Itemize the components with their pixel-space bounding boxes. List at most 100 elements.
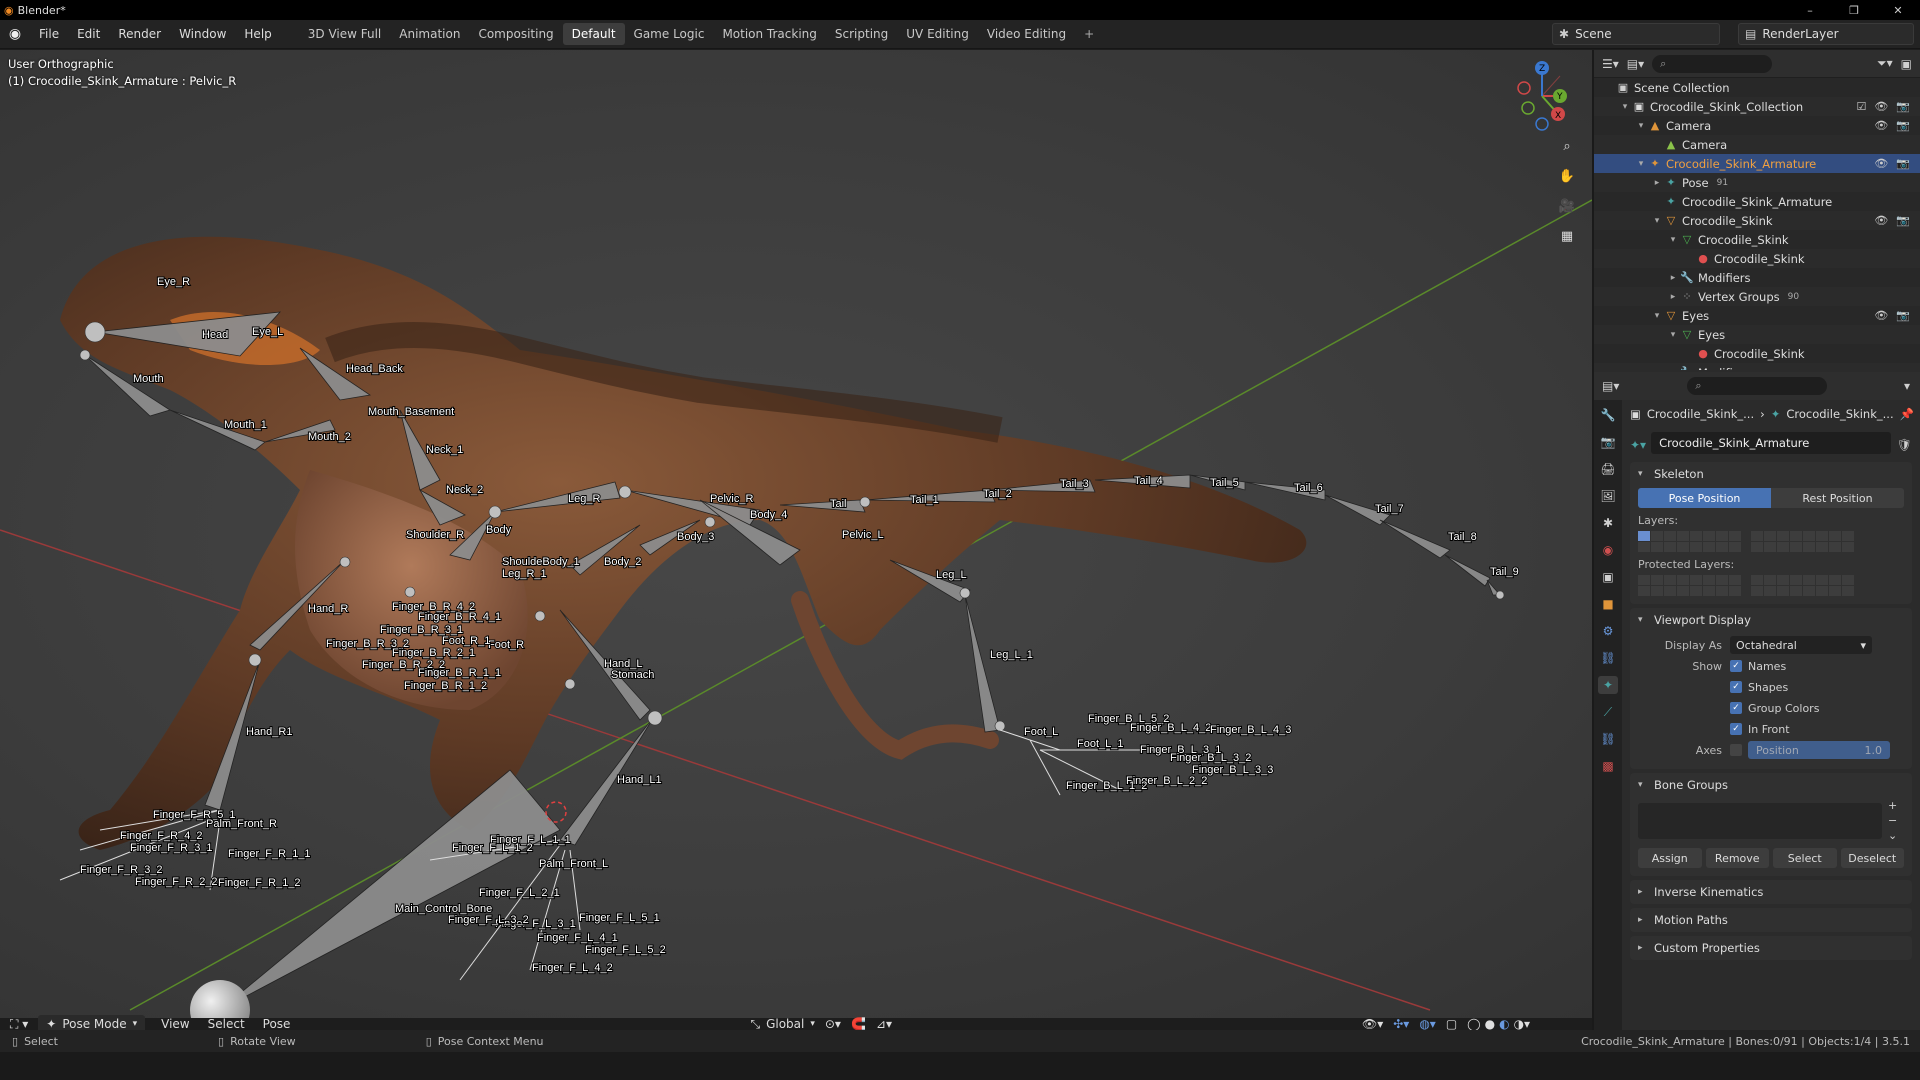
in-front-checkbox[interactable]: ✓ (1730, 723, 1742, 735)
outliner-row[interactable]: ▸ ⁘ Vertex Groups 90 (1594, 287, 1920, 306)
assign-button[interactable]: Assign (1638, 848, 1702, 868)
collection-tab-icon[interactable]: ▣ (1598, 568, 1618, 586)
expand-toggle-icon[interactable]: ▾ (1618, 102, 1632, 112)
render-tab-icon[interactable]: 📷 (1598, 433, 1618, 451)
chevron-down-icon[interactable]: ⌄ (1888, 829, 1897, 842)
outliner-row[interactable]: ▾ ▽ Eyes (1594, 325, 1920, 344)
tab-3d-view-full[interactable]: 3D View Full (299, 23, 391, 45)
blender-menu-icon[interactable]: ◉ (0, 26, 30, 42)
new-collection-icon[interactable]: ▣ (1901, 57, 1912, 71)
texture-tab-icon[interactable]: ▩ (1598, 757, 1618, 775)
expand-toggle-icon[interactable]: ▾ (1634, 121, 1648, 131)
outliner-search-input[interactable]: ⌕ (1652, 54, 1773, 73)
bone-tab-icon[interactable]: ⟋ (1598, 703, 1618, 721)
pose-position-button[interactable]: Pose Position (1638, 488, 1771, 508)
visibility-eye-icon[interactable]: 👁 (1874, 157, 1888, 170)
overlays-icon[interactable]: ◍▾ (1419, 1017, 1436, 1031)
expand-toggle-icon[interactable]: ▾ (1666, 235, 1680, 245)
bone-groups-panel-header[interactable]: ▾ Bone Groups (1630, 773, 1912, 797)
inverse-kinematics-panel[interactable]: ▸ Inverse Kinematics (1630, 880, 1912, 904)
navigation-gizmo[interactable]: X Y Z (1502, 56, 1582, 136)
tab-motion-tracking[interactable]: Motion Tracking (713, 23, 825, 45)
pin-icon[interactable]: 📌 (1900, 407, 1914, 421)
filter-icon[interactable]: ⏷▾ (1877, 56, 1893, 71)
tab-scripting[interactable]: Scripting (826, 23, 897, 45)
visibility-eye-icon[interactable]: 👁 (1874, 119, 1888, 132)
tab-animation[interactable]: Animation (390, 23, 469, 45)
protected-layers-grid[interactable] (1638, 575, 1904, 596)
skeleton-panel-header[interactable]: ▾ Skeleton (1630, 462, 1912, 486)
tool-tab-icon[interactable]: 🔧 (1598, 406, 1618, 424)
tab-video-editing[interactable]: Video Editing (978, 23, 1075, 45)
outliner-row[interactable]: ● Crocodile_Skink (1594, 344, 1920, 363)
outliner-editor-icon[interactable]: ☰▾ (1602, 57, 1619, 71)
render-camera-icon[interactable]: 📷 (1896, 100, 1910, 113)
shading-render-icon[interactable]: ◑▾ (1514, 1017, 1531, 1031)
properties-search-input[interactable]: ⌕ (1687, 377, 1828, 395)
camera-view-icon[interactable]: 🎥 (1554, 194, 1580, 218)
expand-toggle-icon[interactable]: ▸ (1666, 273, 1680, 283)
ortho-grid-icon[interactable]: ▦ (1554, 224, 1580, 248)
viewport-display-panel-header[interactable]: ▾ Viewport Display (1630, 608, 1912, 632)
group-colors-checkbox[interactable]: ✓ (1730, 702, 1742, 714)
properties-editor-icon[interactable]: ▤▾ (1602, 379, 1619, 393)
close-button[interactable]: ✕ (1876, 0, 1920, 20)
outliner-row[interactable]: ▾ ▽ Crocodile_Skink (1594, 230, 1920, 249)
outliner-row[interactable]: ▾ ▣ Crocodile_Skink_Collection ☑ 👁 📷 (1594, 97, 1920, 116)
bone-groups-list[interactable] (1638, 803, 1882, 839)
outliner-row[interactable]: ▾ ▲ Camera 👁 📷 (1594, 116, 1920, 135)
armature-data-icon[interactable]: ✦▾ (1630, 438, 1651, 452)
outliner-row[interactable]: ▸🔧 Modifiers (1594, 363, 1920, 370)
expand-toggle-icon[interactable]: ▸ (1666, 368, 1680, 371)
outliner[interactable]: ☰▾ ▤▾ ⌕ ⏷▾ ▣ ▣ Scene Collection ▾ ▣ Crocodil… (1594, 50, 1920, 370)
tab-default[interactable]: Default (562, 23, 625, 45)
scene-selector[interactable]: ✱ Scene (1552, 23, 1720, 45)
expand-toggle-icon[interactable]: ▾ (1666, 330, 1680, 340)
select-button[interactable]: Select (1773, 848, 1837, 868)
expand-toggle-icon[interactable]: ▾ (1650, 216, 1664, 226)
outliner-row[interactable]: ▸ ✦ Pose 91 (1594, 173, 1920, 192)
remove-icon[interactable]: − (1888, 814, 1897, 827)
axes-position-slider[interactable]: Position 1.0 (1748, 741, 1890, 759)
tab-uv-editing[interactable]: UV Editing (897, 23, 978, 45)
axes-checkbox[interactable] (1730, 744, 1742, 756)
shapes-checkbox[interactable]: ✓ (1730, 681, 1742, 693)
render-camera-icon[interactable]: 📷 (1896, 214, 1910, 227)
menu-file[interactable]: File (30, 27, 68, 41)
expand-toggle-icon[interactable]: ▾ (1650, 311, 1664, 321)
visibility-eye-icon[interactable]: 👁 (1874, 214, 1888, 227)
outliner-row[interactable]: ▲ Camera (1594, 135, 1920, 154)
xray-icon[interactable]: ▢ (1446, 1017, 1457, 1031)
display-as-dropdown[interactable]: Octahedral ▾ (1730, 636, 1872, 654)
bone-constraint-tab-icon[interactable]: ⛓ (1598, 730, 1618, 748)
tab-compositing[interactable]: Compositing (469, 23, 562, 45)
armature-name-field[interactable]: Crocodile_Skink_Armature (1651, 432, 1891, 454)
visibility-eye-icon[interactable]: 👁 (1874, 100, 1888, 113)
shading-solid-icon[interactable]: ● (1485, 1017, 1495, 1031)
menu-select[interactable]: Select (208, 1017, 245, 1031)
menu-view[interactable]: View (161, 1017, 189, 1031)
layers-grid[interactable] (1638, 531, 1904, 552)
deselect-button[interactable]: Deselect (1840, 848, 1904, 868)
pan-hand-icon[interactable]: ✋ (1554, 164, 1580, 188)
outliner-row[interactable]: ▾ ▽ Eyes 👁 📷 (1594, 306, 1920, 325)
fake-user-icon[interactable]: 🛡 (1897, 438, 1912, 452)
modifier-tab-icon[interactable]: ⚙ (1598, 622, 1618, 640)
outliner-row[interactable]: ● Crocodile_Skink (1594, 249, 1920, 268)
chevron-down-icon[interactable]: ▾ (1904, 379, 1910, 393)
tab-game-logic[interactable]: Game Logic (625, 23, 714, 45)
world-tab-icon[interactable]: ◉ (1598, 541, 1618, 559)
scene-tab-icon[interactable]: ✱ (1598, 514, 1618, 532)
remove-button[interactable]: Remove (1705, 848, 1769, 868)
rest-position-button[interactable]: Rest Position (1771, 488, 1904, 508)
outliner-row[interactable]: ✦ Crocodile_Skink_Armature (1594, 192, 1920, 211)
menu-help[interactable]: Help (235, 27, 280, 41)
armature-data-tab-icon[interactable]: ✦ (1598, 676, 1618, 694)
view-layer-tab-icon[interactable]: 🖼 (1598, 487, 1618, 505)
motion-paths-panel[interactable]: ▸ Motion Paths (1630, 908, 1912, 932)
expand-toggle-icon[interactable]: ▸ (1650, 178, 1664, 188)
custom-properties-panel[interactable]: ▸ Custom Properties (1630, 936, 1912, 960)
exclude-checkbox-icon[interactable]: ☑ (1856, 100, 1866, 113)
pivot-icon[interactable]: ⊙▾ (825, 1017, 841, 1031)
expand-toggle-icon[interactable]: ▾ (1634, 159, 1648, 169)
